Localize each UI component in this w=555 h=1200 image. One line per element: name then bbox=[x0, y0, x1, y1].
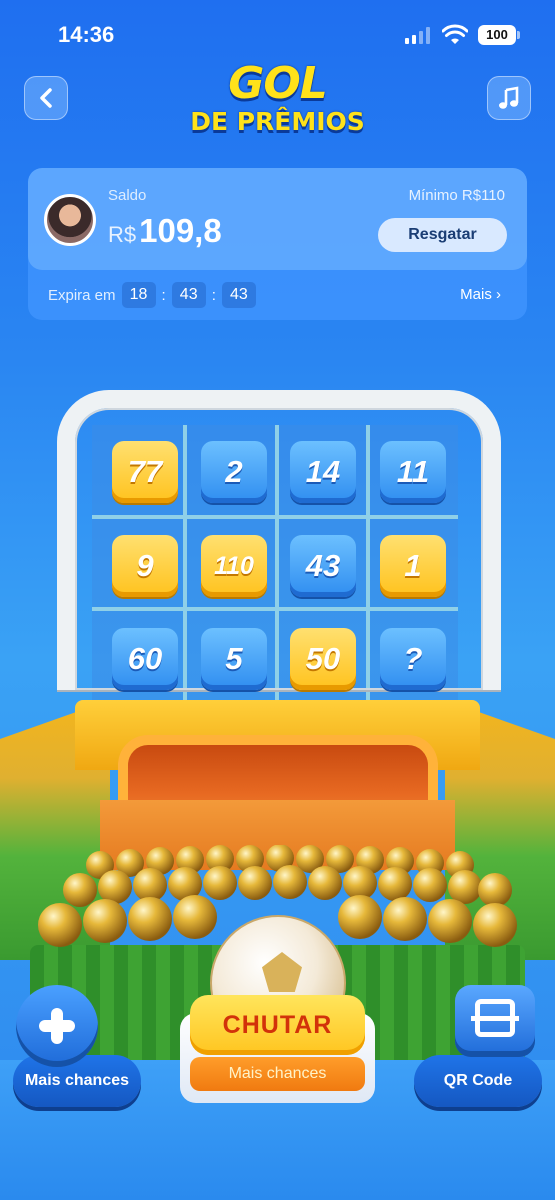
prize-tile[interactable]: 43 bbox=[290, 535, 356, 597]
back-button[interactable] bbox=[24, 76, 68, 120]
avatar[interactable] bbox=[44, 194, 96, 246]
battery-icon: 100 bbox=[478, 25, 520, 45]
kick-button[interactable]: CHUTAR Mais chances bbox=[180, 995, 375, 1105]
qr-scan-icon[interactable] bbox=[455, 985, 535, 1057]
timer-hours: 18 bbox=[121, 282, 156, 308]
status-time: 14:36 bbox=[58, 22, 115, 47]
prize-tile[interactable]: ? bbox=[380, 628, 446, 690]
prize-tile[interactable]: 11 bbox=[380, 441, 446, 503]
balance-card: Saldo R$ 109,8 Mínimo R$110 Resgatar Exp… bbox=[28, 168, 527, 320]
redeem-button[interactable]: Resgatar bbox=[378, 218, 507, 252]
balance-value: R$ 109,8 bbox=[108, 212, 222, 250]
page-title: GOL DE PRÊMIOS bbox=[150, 60, 405, 136]
title-line-1: GOL bbox=[228, 58, 328, 109]
more-chances-button[interactable]: Mais chances bbox=[13, 1055, 141, 1107]
chevron-left-icon bbox=[40, 88, 52, 108]
expiry-timer: Expira em 18 : 43 : 43 bbox=[48, 282, 256, 308]
expiry-label: Expira em bbox=[48, 286, 116, 304]
prize-tile[interactable]: 5 bbox=[201, 628, 267, 690]
music-button[interactable] bbox=[487, 76, 531, 120]
balance-currency: R$ bbox=[108, 222, 137, 247]
balance-label: Saldo bbox=[108, 187, 147, 204]
music-note-icon bbox=[499, 86, 519, 109]
prize-tile[interactable]: 9 bbox=[112, 535, 178, 597]
kick-label: CHUTAR bbox=[190, 995, 365, 1055]
qr-code-button[interactable]: QR Code bbox=[414, 1055, 542, 1107]
signal-icon bbox=[405, 26, 430, 44]
timer-seconds: 43 bbox=[221, 282, 256, 308]
status-bar: 14:36 100 bbox=[0, 0, 555, 60]
timer-minutes: 43 bbox=[171, 282, 206, 308]
prize-tile[interactable]: 14 bbox=[290, 441, 356, 503]
prize-tile[interactable]: 1 bbox=[380, 535, 446, 597]
balance-amount: 109,8 bbox=[139, 212, 222, 249]
prize-tile[interactable]: 60 bbox=[112, 628, 178, 690]
plus-icon[interactable] bbox=[16, 985, 98, 1067]
title-line-2: DE PRÊMIOS bbox=[190, 107, 365, 136]
prize-tile[interactable]: 50 bbox=[290, 628, 356, 690]
wifi-icon bbox=[442, 24, 468, 44]
prize-tile[interactable]: 2 bbox=[201, 441, 267, 503]
kick-sublabel: Mais chances bbox=[190, 1057, 365, 1091]
more-link[interactable]: Mais › bbox=[460, 286, 501, 303]
prize-tile[interactable]: 77 bbox=[112, 441, 178, 503]
prize-tile[interactable]: 110 bbox=[201, 535, 267, 597]
minimum-label: Mínimo R$110 bbox=[408, 187, 505, 204]
